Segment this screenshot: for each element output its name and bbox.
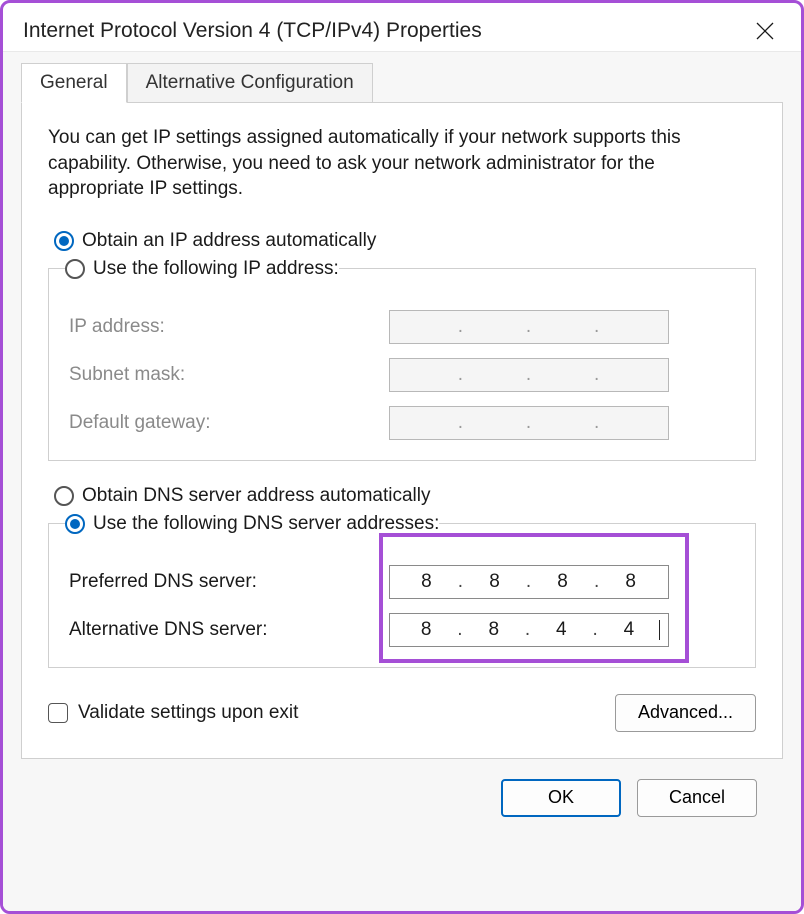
radio-label: Obtain DNS server address automatically	[82, 485, 430, 507]
radio-icon	[54, 486, 74, 506]
text-caret	[659, 620, 660, 640]
radio-label: Obtain an IP address automatically	[82, 230, 376, 252]
checkbox-icon	[48, 703, 68, 723]
checkbox-label: Validate settings upon exit	[78, 702, 298, 724]
input-ip-address: . . .	[389, 310, 669, 344]
tab-general[interactable]: General	[21, 63, 127, 103]
dialog-footer: OK Cancel	[21, 759, 783, 841]
radio-obtain-ip-auto[interactable]: Obtain an IP address automatically	[54, 230, 756, 252]
input-subnet-mask: . . .	[389, 358, 669, 392]
radio-icon	[54, 231, 74, 251]
close-icon	[756, 22, 774, 40]
input-default-gateway: . . .	[389, 406, 669, 440]
tab-alternative-configuration[interactable]: Alternative Configuration	[127, 63, 373, 103]
tab-strip: General Alternative Configuration	[21, 63, 783, 103]
checkbox-validate-on-exit[interactable]: Validate settings upon exit	[48, 702, 298, 724]
advanced-button[interactable]: Advanced...	[615, 694, 756, 732]
titlebar: Internet Protocol Version 4 (TCP/IPv4) P…	[3, 3, 801, 51]
radio-icon	[65, 259, 85, 279]
radio-label: Use the following DNS server addresses:	[93, 513, 439, 535]
ipv4-properties-dialog: Internet Protocol Version 4 (TCP/IPv4) P…	[0, 0, 804, 914]
label-default-gateway: Default gateway:	[69, 412, 389, 434]
radio-obtain-dns-auto[interactable]: Obtain DNS server address automatically	[54, 485, 756, 507]
label-alternate-dns: Alternative DNS server:	[69, 619, 389, 641]
intro-text: You can get IP settings assigned automat…	[48, 125, 756, 202]
radio-label: Use the following IP address:	[93, 258, 339, 280]
radio-icon	[65, 514, 85, 534]
window-title: Internet Protocol Version 4 (TCP/IPv4) P…	[23, 19, 482, 43]
radio-use-ip-manual[interactable]: Use the following IP address:	[65, 258, 339, 280]
label-ip-address: IP address:	[69, 316, 389, 338]
tabpanel-general: You can get IP settings assigned automat…	[21, 102, 783, 759]
ok-button[interactable]: OK	[501, 779, 621, 817]
close-button[interactable]	[749, 15, 781, 47]
label-preferred-dns: Preferred DNS server:	[69, 571, 389, 593]
radio-use-dns-manual[interactable]: Use the following DNS server addresses:	[65, 513, 439, 535]
group-dns-manual: Use the following DNS server addresses: …	[48, 513, 756, 668]
input-preferred-dns[interactable]: 8. 8. 8. 8	[389, 565, 669, 599]
label-subnet-mask: Subnet mask:	[69, 364, 389, 386]
input-alternate-dns[interactable]: 8. 8. 4. 4	[389, 613, 669, 647]
cancel-button[interactable]: Cancel	[637, 779, 757, 817]
group-ip-manual: Use the following IP address: IP address…	[48, 258, 756, 461]
